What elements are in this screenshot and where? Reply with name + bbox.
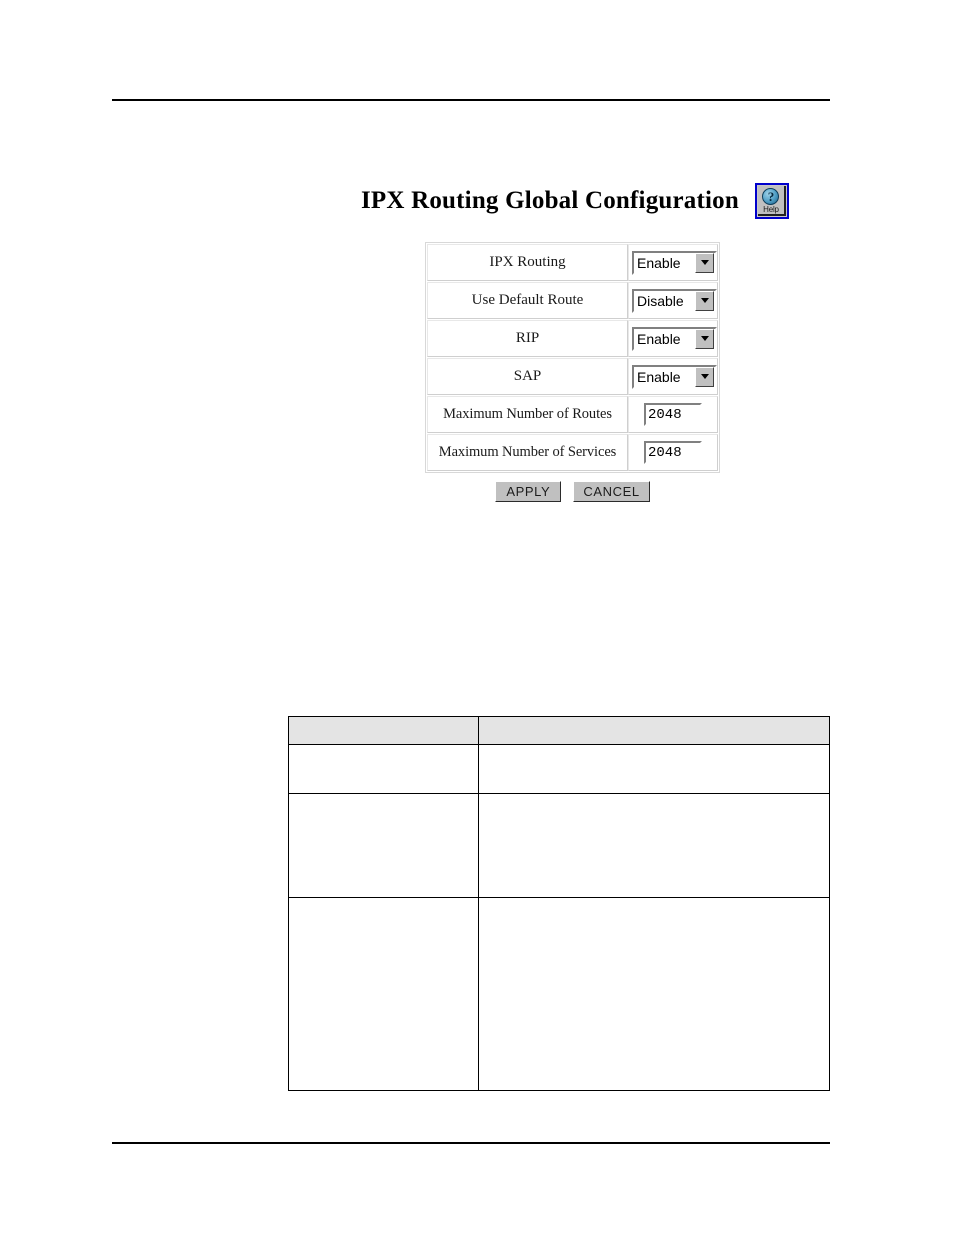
column-header-description — [478, 716, 830, 745]
maximum-number-of-services-input[interactable] — [644, 441, 702, 464]
rip-select[interactable]: Enable — [632, 326, 717, 351]
form-row: SAP Enable — [427, 358, 718, 395]
table-cell-field — [288, 793, 479, 898]
table-cell-description — [478, 744, 830, 794]
ipx-routing-select[interactable]: Enable — [632, 250, 717, 275]
use-default-route-select-value: Disable — [637, 292, 684, 309]
rip-select-value: Enable — [637, 330, 681, 347]
form-row: RIP Enable — [427, 320, 718, 357]
help-button-label: Help — [763, 205, 779, 214]
table-cell-description — [478, 897, 830, 1091]
field-control-cell — [628, 434, 718, 471]
form-row: Use Default Route Disable — [427, 282, 718, 319]
help-button[interactable]: ? Help — [754, 183, 789, 219]
field-description-table — [288, 716, 830, 1091]
ipx-routing-select-value: Enable — [637, 254, 681, 271]
field-label-ipx-routing: IPX Routing — [427, 244, 628, 281]
field-control-cell: Enable — [628, 358, 718, 395]
page-footer-rule — [112, 1142, 830, 1144]
field-control-cell: Enable — [628, 320, 718, 357]
field-control-cell — [628, 396, 718, 433]
apply-button[interactable]: APPLY — [495, 481, 562, 502]
form-row: IPX Routing Enable — [427, 244, 718, 281]
sap-select-value: Enable — [637, 368, 681, 385]
question-mark-circle-icon: ? — [762, 188, 780, 205]
form-row: Maximum Number of Routes — [427, 396, 718, 433]
column-header-field — [288, 716, 479, 745]
form-row: Maximum Number of Services — [427, 434, 718, 471]
title-row: IPX Routing Global Configuration ? Help — [361, 183, 789, 219]
field-label-rip: RIP — [427, 320, 628, 357]
ipx-routing-global-configuration-screen: IPX Routing Global Configuration ? Help … — [0, 0, 954, 560]
field-control-cell: Enable — [628, 244, 718, 281]
table-cell-field — [288, 897, 479, 1091]
table-row — [288, 793, 830, 898]
table-cell-description — [478, 793, 830, 898]
sap-select[interactable]: Enable — [632, 364, 717, 389]
page-title: IPX Routing Global Configuration — [361, 187, 739, 214]
chevron-down-icon[interactable] — [695, 290, 714, 311]
table-row — [288, 744, 830, 794]
field-label-maximum-number-of-routes: Maximum Number of Routes — [427, 396, 628, 433]
use-default-route-select[interactable]: Disable — [632, 288, 717, 313]
table-cell-field — [288, 744, 479, 794]
field-label-maximum-number-of-services: Maximum Number of Services — [427, 434, 628, 471]
field-label-sap: SAP — [427, 358, 628, 395]
action-bar: APPLY CANCEL — [425, 481, 720, 502]
chevron-down-icon[interactable] — [695, 328, 714, 349]
table-row — [288, 897, 830, 1091]
table-header-row — [288, 716, 830, 745]
ipx-routing-config-form: IPX Routing Enable Use Default Route Dis… — [425, 242, 720, 473]
chevron-down-icon[interactable] — [695, 252, 714, 273]
maximum-number-of-routes-input[interactable] — [644, 403, 702, 426]
field-control-cell: Disable — [628, 282, 718, 319]
help-button-face: ? Help — [757, 186, 786, 216]
cancel-button[interactable]: CANCEL — [573, 481, 650, 502]
chevron-down-icon[interactable] — [695, 366, 714, 387]
field-label-use-default-route: Use Default Route — [427, 282, 628, 319]
